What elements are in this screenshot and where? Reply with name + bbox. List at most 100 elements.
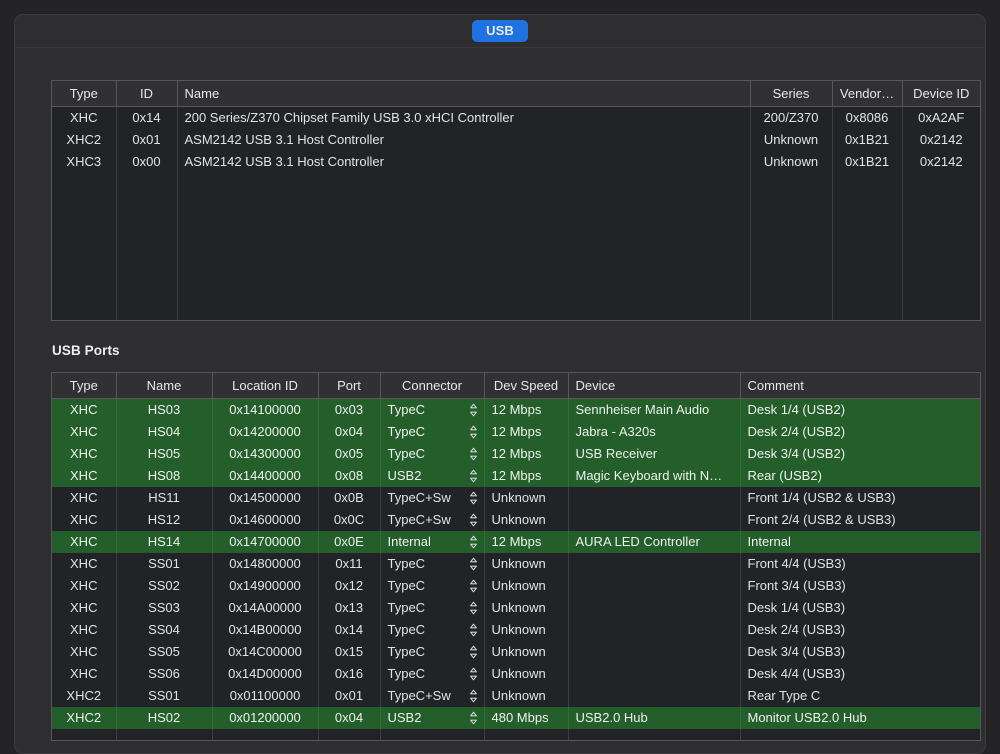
- table-row[interactable]: XHC HS12 0x14600000 0x0C TypeC+Sw Unknown Fron…: [52, 509, 980, 531]
- port-number: 0x0B: [318, 487, 381, 509]
- empty-cell: [832, 195, 903, 217]
- empty-cell: [116, 305, 178, 320]
- empty-cell: [177, 217, 751, 239]
- connector-select[interactable]: TypeC+Sw: [380, 487, 485, 509]
- port-type: XHC2: [52, 685, 117, 707]
- table-row[interactable]: XHC SS06 0x14D00000 0x16 TypeC Unknown Desk 4/…: [52, 663, 980, 685]
- connector-select[interactable]: TypeC: [380, 619, 485, 641]
- port-device: Jabra - A320s: [568, 421, 741, 443]
- updown-stepper-icon[interactable]: [469, 711, 478, 725]
- table-row[interactable]: XHC2 0x01 ASM2142 USB 3.1 Host Controller U…: [52, 129, 980, 151]
- port-location-id: 0x14800000: [212, 553, 319, 575]
- port-comment: Desk 4/4 (USB3): [740, 663, 980, 685]
- column-header-dev-speed[interactable]: Dev Speed: [484, 373, 569, 399]
- table-row[interactable]: XHC HS11 0x14500000 0x0B TypeC+Sw Unknown Fron…: [52, 487, 980, 509]
- connector-select[interactable]: TypeC: [380, 575, 485, 597]
- port-type: XHC: [52, 421, 117, 443]
- port-name: HS12: [116, 509, 213, 531]
- connector-value: USB2: [387, 710, 422, 725]
- connector-select[interactable]: Internal: [380, 531, 485, 553]
- table-row[interactable]: XHC HS08 0x14400000 0x08 USB2 12 Mbps Magic Ke…: [52, 465, 980, 487]
- port-number: 0x04: [318, 421, 381, 443]
- updown-stepper-icon[interactable]: [469, 425, 478, 439]
- connector-select[interactable]: TypeC: [380, 597, 485, 619]
- controller-id: 0x14: [116, 106, 178, 129]
- updown-stepper-icon[interactable]: [469, 469, 478, 483]
- updown-stepper-icon[interactable]: [469, 601, 478, 615]
- port-name: SS04: [116, 619, 213, 641]
- column-header-comment[interactable]: Comment: [740, 373, 980, 399]
- updown-stepper-icon[interactable]: [469, 403, 478, 417]
- column-header-device[interactable]: Device: [568, 373, 741, 399]
- connector-select[interactable]: TypeC: [380, 641, 485, 663]
- table-row[interactable]: XHC HS04 0x14200000 0x04 TypeC 12 Mbps Jabra -…: [52, 421, 980, 443]
- connector-select[interactable]: TypeC+Sw: [380, 509, 485, 531]
- column-header-series[interactable]: Series: [750, 81, 833, 107]
- port-dev-speed: 12 Mbps: [484, 465, 569, 487]
- controller-id: 0x01: [116, 129, 178, 151]
- column-header-type[interactable]: Type: [52, 81, 117, 107]
- port-type: XHC: [52, 465, 117, 487]
- column-header-id[interactable]: ID: [116, 81, 178, 107]
- column-header-device-id[interactable]: Device ID: [902, 81, 980, 107]
- empty-cell: [750, 305, 833, 320]
- connector-select[interactable]: USB2: [380, 465, 485, 487]
- port-name: SS05: [116, 641, 213, 663]
- column-header-type[interactable]: Type: [52, 373, 117, 399]
- port-type: XHC: [52, 619, 117, 641]
- updown-stepper-icon[interactable]: [469, 491, 478, 505]
- updown-stepper-icon[interactable]: [469, 667, 478, 681]
- column-header-location-id[interactable]: Location ID: [212, 373, 319, 399]
- usb-ports-table[interactable]: Type Name Location ID Port Connector Dev…: [51, 372, 981, 741]
- connector-select[interactable]: TypeC: [380, 421, 485, 443]
- port-location-id: 0x14600000: [212, 509, 319, 531]
- table-row[interactable]: XHC SS02 0x14900000 0x12 TypeC Unknown Front 3…: [52, 575, 980, 597]
- controllers-header-row: Type ID Name Series Vendor… Device ID: [52, 81, 980, 107]
- table-row[interactable]: XHC SS04 0x14B00000 0x14 TypeC Unknown Desk 2/…: [52, 619, 980, 641]
- port-device: [568, 619, 741, 641]
- empty-cell: [318, 729, 381, 740]
- port-name: HS14: [116, 531, 213, 553]
- updown-stepper-icon[interactable]: [469, 623, 478, 637]
- connector-select[interactable]: TypeC+Sw: [380, 685, 485, 707]
- port-comment: Front 2/4 (USB2 & USB3): [740, 509, 980, 531]
- connector-select[interactable]: TypeC: [380, 443, 485, 465]
- updown-stepper-icon[interactable]: [469, 557, 478, 571]
- column-header-port[interactable]: Port: [318, 373, 381, 399]
- updown-stepper-icon[interactable]: [469, 579, 478, 593]
- usb-controllers-table[interactable]: Type ID Name Series Vendor… Device ID XH…: [51, 80, 981, 321]
- empty-cell: [116, 239, 178, 261]
- table-row[interactable]: XHC 0x14 200 Series/Z370 Chipset Family US…: [52, 106, 980, 129]
- column-header-vendor[interactable]: Vendor…: [832, 81, 903, 107]
- connector-select[interactable]: TypeC: [380, 553, 485, 575]
- tab-usb[interactable]: USB: [472, 20, 528, 42]
- port-comment: Front 1/4 (USB2 & USB3): [740, 487, 980, 509]
- table-row[interactable]: XHC HS03 0x14100000 0x03 TypeC 12 Mbps Sennhei…: [52, 398, 980, 421]
- port-dev-speed: Unknown: [484, 487, 569, 509]
- table-row[interactable]: XHC HS14 0x14700000 0x0E Internal 12 Mbps AURA…: [52, 531, 980, 553]
- updown-stepper-icon[interactable]: [469, 535, 478, 549]
- column-header-name[interactable]: Name: [177, 81, 751, 107]
- column-header-name[interactable]: Name: [116, 373, 213, 399]
- table-scroll-gutter[interactable]: [981, 372, 985, 741]
- table-row[interactable]: XHC SS03 0x14A00000 0x13 TypeC Unknown Desk 1/…: [52, 597, 980, 619]
- table-row[interactable]: XHC SS05 0x14C00000 0x15 TypeC Unknown Desk 3/…: [52, 641, 980, 663]
- table-row[interactable]: XHC HS05 0x14300000 0x05 TypeC 12 Mbps USB Rec…: [52, 443, 980, 465]
- connector-select[interactable]: TypeC: [380, 663, 485, 685]
- port-dev-speed: Unknown: [484, 619, 569, 641]
- port-comment: Desk 2/4 (USB3): [740, 619, 980, 641]
- empty-cell: [484, 729, 569, 740]
- controller-vendor: 0x1B21: [832, 151, 903, 173]
- updown-stepper-icon[interactable]: [469, 689, 478, 703]
- connector-select[interactable]: TypeC: [380, 398, 485, 421]
- column-header-connector[interactable]: Connector: [380, 373, 485, 399]
- updown-stepper-icon[interactable]: [469, 513, 478, 527]
- port-location-id: 0x14C00000: [212, 641, 319, 663]
- table-row[interactable]: XHC2 SS01 0x01100000 0x01 TypeC+Sw Unknown Rea…: [52, 685, 980, 707]
- table-row[interactable]: XHC3 0x00 ASM2142 USB 3.1 Host Controller U…: [52, 151, 980, 173]
- updown-stepper-icon[interactable]: [469, 645, 478, 659]
- port-comment: Rear Type C: [740, 685, 980, 707]
- updown-stepper-icon[interactable]: [469, 447, 478, 461]
- table-row[interactable]: XHC SS01 0x14800000 0x11 TypeC Unknown Front 4…: [52, 553, 980, 575]
- port-number: 0x16: [318, 663, 381, 685]
